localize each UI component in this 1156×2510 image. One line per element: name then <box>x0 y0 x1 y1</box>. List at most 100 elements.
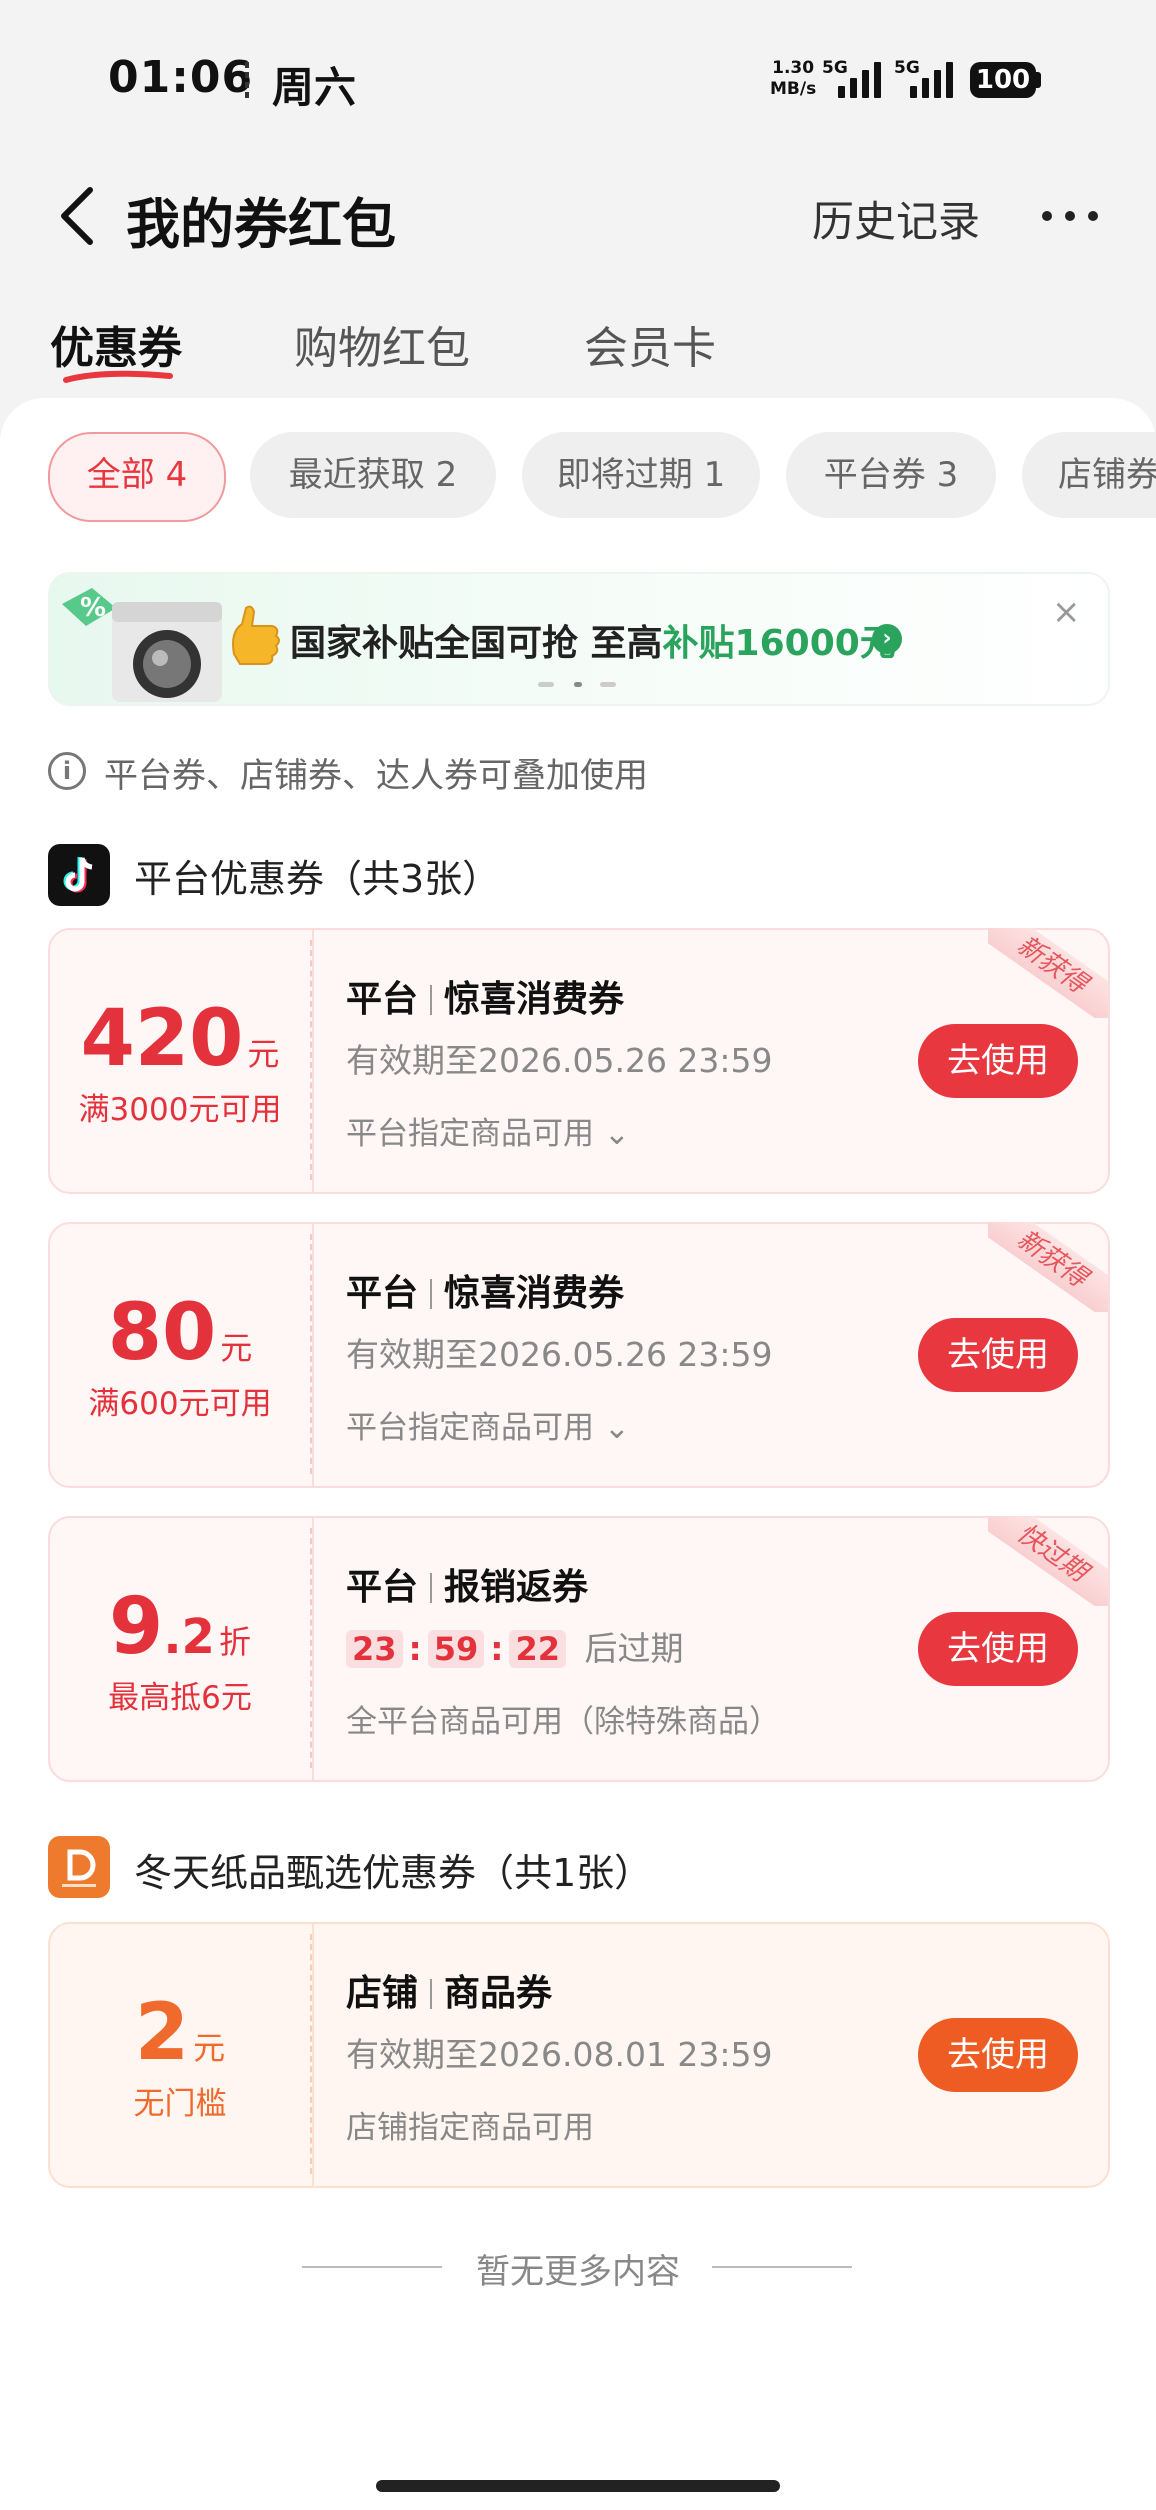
coupon-type: 平台 <box>346 979 419 1020</box>
coupon-title: 店铺 商品券 <box>346 1964 552 2016</box>
coupon-amount-unit: 元 <box>247 1035 280 1073</box>
history-button[interactable]: 历史记录 <box>812 188 980 249</box>
coupon-name: 报销返券 <box>444 1567 589 1608</box>
coupon-title: 平台 报销返券 <box>346 1558 588 1610</box>
banner-page-dot <box>538 682 554 687</box>
banner-arrow-icon[interactable]: › <box>872 624 902 654</box>
stacking-tip: 平台券、店铺券、达人券可叠加使用 <box>104 756 648 796</box>
countdown-suffix: 后过期 <box>584 1629 684 1668</box>
coupon-amount-value: 2 <box>134 1988 190 2078</box>
tab-member-card[interactable]: 会员卡 <box>584 312 716 376</box>
sim1-network-type: 5G <box>822 58 848 78</box>
use-coupon-button[interactable]: 去使用 <box>918 1318 1078 1392</box>
filter-chip-store[interactable]: 店铺券 <box>1022 432 1156 518</box>
use-coupon-button[interactable]: 去使用 <box>918 1024 1078 1098</box>
tab-active-underline <box>63 370 173 383</box>
coupon-amount-unit: 元 <box>220 1329 253 1367</box>
coupon-type: 店铺 <box>346 1973 419 2014</box>
coupon-title: 平台 惊喜消费券 <box>346 1264 624 1316</box>
coupon-tag: 新获得 <box>988 1222 1108 1312</box>
countdown-hours: 23 <box>346 1630 403 1668</box>
coupon-amount: 420 元 <box>48 994 312 1084</box>
coupon-card: 80 元 满600元可用 平台 惊喜消费券 有效期至2026.05.26 23:59… <box>48 1222 1110 1488</box>
coupon-amount-value: 9 <box>109 1582 164 1672</box>
tab-coupons[interactable]: 优惠券 <box>50 312 182 376</box>
coupon-scope: 店铺指定商品可用 <box>346 2110 594 2146</box>
coupon-condition: 无门槛 <box>133 2086 227 2122</box>
no-more-content: 暂无更多内容 <box>476 2252 680 2292</box>
status-time: 01:06 <box>108 52 254 103</box>
page-title: 我的券红包 <box>126 193 396 256</box>
network-speed-value: 1.30 <box>772 58 815 78</box>
coupon-condition: 满3000元可用 <box>78 1092 282 1128</box>
countdown-minutes: 59 <box>427 1630 485 1668</box>
network-speed: 1.30 MB/s <box>770 58 816 100</box>
divider <box>712 2266 852 2268</box>
section-title-platform: 平台优惠券（共3张） <box>134 857 501 901</box>
coupon-name: 商品券 <box>444 1973 553 2014</box>
coupon-tag-ribbon: 快过期 <box>988 1516 1108 1606</box>
coupon-scope: 全平台商品可用（除特殊商品） <box>346 1704 780 1740</box>
coupon-scope: 平台指定商品可用 <box>346 1410 594 1446</box>
coupon-tag: 快过期 <box>988 1516 1108 1606</box>
coupon-condition: 最高抵6元 <box>108 1680 252 1716</box>
home-indicator[interactable] <box>376 2480 780 2492</box>
status-separator <box>245 62 249 102</box>
coupon-condition: 满600元可用 <box>88 1386 272 1422</box>
network-speed-unit: MB/s <box>770 79 817 99</box>
coupon-validity: 有效期至2026.05.26 23:59 <box>346 1041 773 1080</box>
coupon-validity: 有效期至2026.08.01 23:59 <box>346 2035 773 2074</box>
coupon-name: 惊喜消费券 <box>444 1273 625 1314</box>
washing-machine-icon: % <box>62 588 280 702</box>
filter-chip-recent[interactable]: 最近获取 2 <box>250 432 496 518</box>
banner-text-main: 国家补贴全国可抢 至高 <box>290 623 663 664</box>
banner-text-highlight: 补贴16000元 <box>662 623 896 664</box>
coupon-tag-ribbon: 新获得 <box>988 1222 1108 1312</box>
sim2-network-type: 5G <box>894 58 920 78</box>
status-day: 周六 <box>272 63 357 112</box>
banner-text: 国家补贴全国可抢 至高补贴16000元 <box>290 614 896 666</box>
coupon-amount-value: 420 <box>80 994 244 1084</box>
coupon-card: 2元 无门槛 店铺 商品券 有效期至2026.08.01 23:59 店铺指定商品… <box>48 1922 1110 2188</box>
signal-icon-sim2: 5G <box>894 58 962 98</box>
banner-page-dot <box>600 682 616 687</box>
coupon-amount-unit: 折 <box>218 1623 251 1661</box>
svg-text:%: % <box>80 593 106 623</box>
use-coupon-button[interactable]: 去使用 <box>918 2018 1078 2092</box>
section-title-store: 冬天纸品甄选优惠券（共1张） <box>134 1851 653 1895</box>
coupon-amount: 9.2 折 <box>48 1582 312 1672</box>
filter-chip-all[interactable]: 全部 4 <box>48 432 226 522</box>
close-icon[interactable]: × <box>1052 592 1081 632</box>
signal-icon-sim1: 5G <box>822 58 890 98</box>
coupon-name: 惊喜消费券 <box>444 979 625 1020</box>
coupon-scope-toggle[interactable]: 平台指定商品可用 ⌄ <box>346 1108 630 1153</box>
coupon-amount-decimal: .2 <box>163 1609 215 1665</box>
coupon-amount-unit: 元 <box>193 2029 226 2067</box>
coupon-amount: 80 元 <box>48 1288 312 1378</box>
banner-page-dot-active <box>574 682 582 687</box>
more-icon[interactable] <box>1040 196 1100 236</box>
coupon-tag-ribbon: 新获得 <box>988 928 1108 1018</box>
coupon-countdown: 23:59:22 后过期 <box>346 1622 684 1670</box>
coupon-tag: 新获得 <box>988 928 1108 1018</box>
filter-chip-platform[interactable]: 平台券 3 <box>786 432 996 518</box>
filter-chip-expiring[interactable]: 即将过期 1 <box>522 432 760 518</box>
tab-shopping-redpacket[interactable]: 购物红包 <box>294 312 470 376</box>
coupon-scope-toggle[interactable]: 平台指定商品可用 ⌄ <box>346 1402 630 1447</box>
store-logo-icon <box>48 1836 110 1898</box>
douyin-logo-icon <box>48 844 110 906</box>
info-icon: i <box>48 752 86 790</box>
battery-tip <box>1036 72 1041 88</box>
coupon-amount: 2元 <box>48 1988 312 2078</box>
countdown-seconds: 22 <box>509 1630 566 1668</box>
battery-icon: 100 <box>970 62 1036 98</box>
back-icon[interactable] <box>56 186 100 246</box>
coupon-card: 9.2 折 最高抵6元 平台 报销返券 23:59:22 后过期 全平台商品可用（除… <box>48 1516 1110 1782</box>
coupon-validity: 有效期至2026.05.26 23:59 <box>346 1335 773 1374</box>
use-coupon-button[interactable]: 去使用 <box>918 1612 1078 1686</box>
coupon-title: 平台 惊喜消费券 <box>346 970 624 1022</box>
chevron-down-icon: ⌄ <box>594 1410 630 1446</box>
coupon-amount-value: 80 <box>107 1288 217 1378</box>
chevron-down-icon: ⌄ <box>594 1116 630 1152</box>
coupon-type: 平台 <box>346 1567 419 1608</box>
